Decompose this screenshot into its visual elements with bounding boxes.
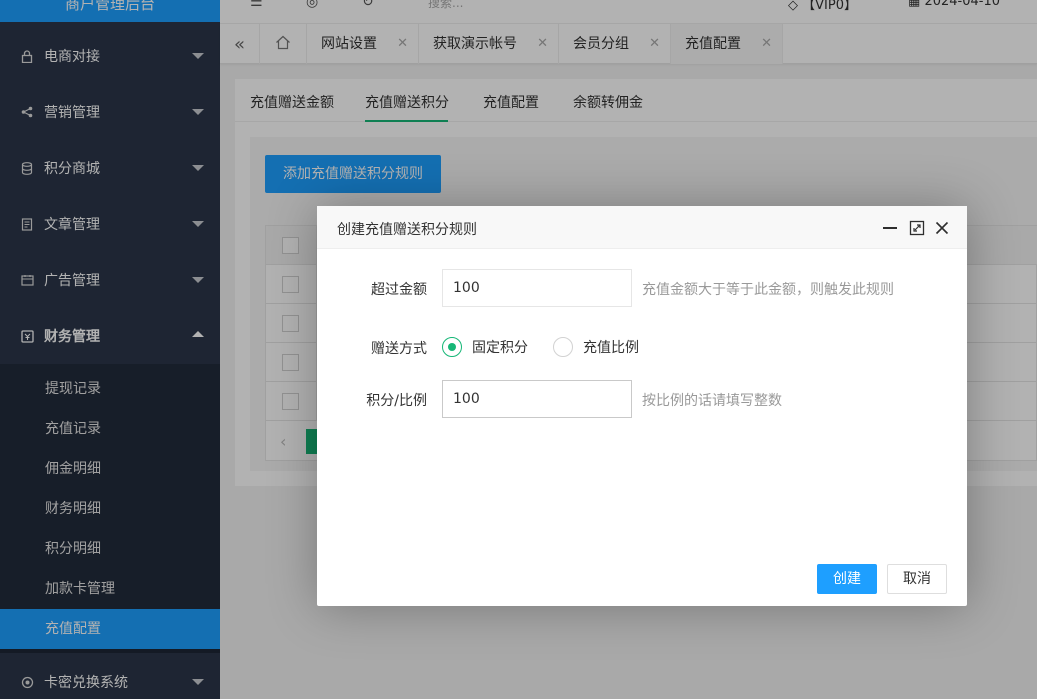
- dialog-title: 创建充值赠送积分规则: [337, 222, 477, 238]
- dialog-header: 创建充值赠送积分规则: [317, 206, 967, 249]
- close-icon[interactable]: [934, 220, 950, 236]
- cancel-button[interactable]: 取消: [887, 564, 947, 594]
- amount-input[interactable]: [442, 269, 632, 307]
- radio-recharge-ratio[interactable]: 充值比例: [553, 336, 639, 358]
- create-rule-dialog: 创建充值赠送积分规则 超过金额 充值金额大于等于此金额，则触发此规则 赠送方式 …: [317, 206, 967, 606]
- radio-unchecked-icon: [553, 337, 573, 357]
- maximize-icon[interactable]: [909, 220, 925, 236]
- points-hint: 按比例的话请填写整数: [642, 393, 782, 409]
- radio-checked-icon: [442, 337, 462, 357]
- amount-hint: 充值金额大于等于此金额，则触发此规则: [642, 282, 894, 298]
- minimize-icon[interactable]: [883, 227, 897, 229]
- mode-label: 赠送方式: [371, 341, 427, 357]
- points-input[interactable]: [442, 380, 632, 418]
- radio-fixed-points[interactable]: 固定积分: [442, 336, 528, 358]
- amount-label: 超过金额: [371, 282, 427, 298]
- points-label: 积分/比例: [366, 393, 427, 409]
- create-button[interactable]: 创建: [817, 564, 877, 594]
